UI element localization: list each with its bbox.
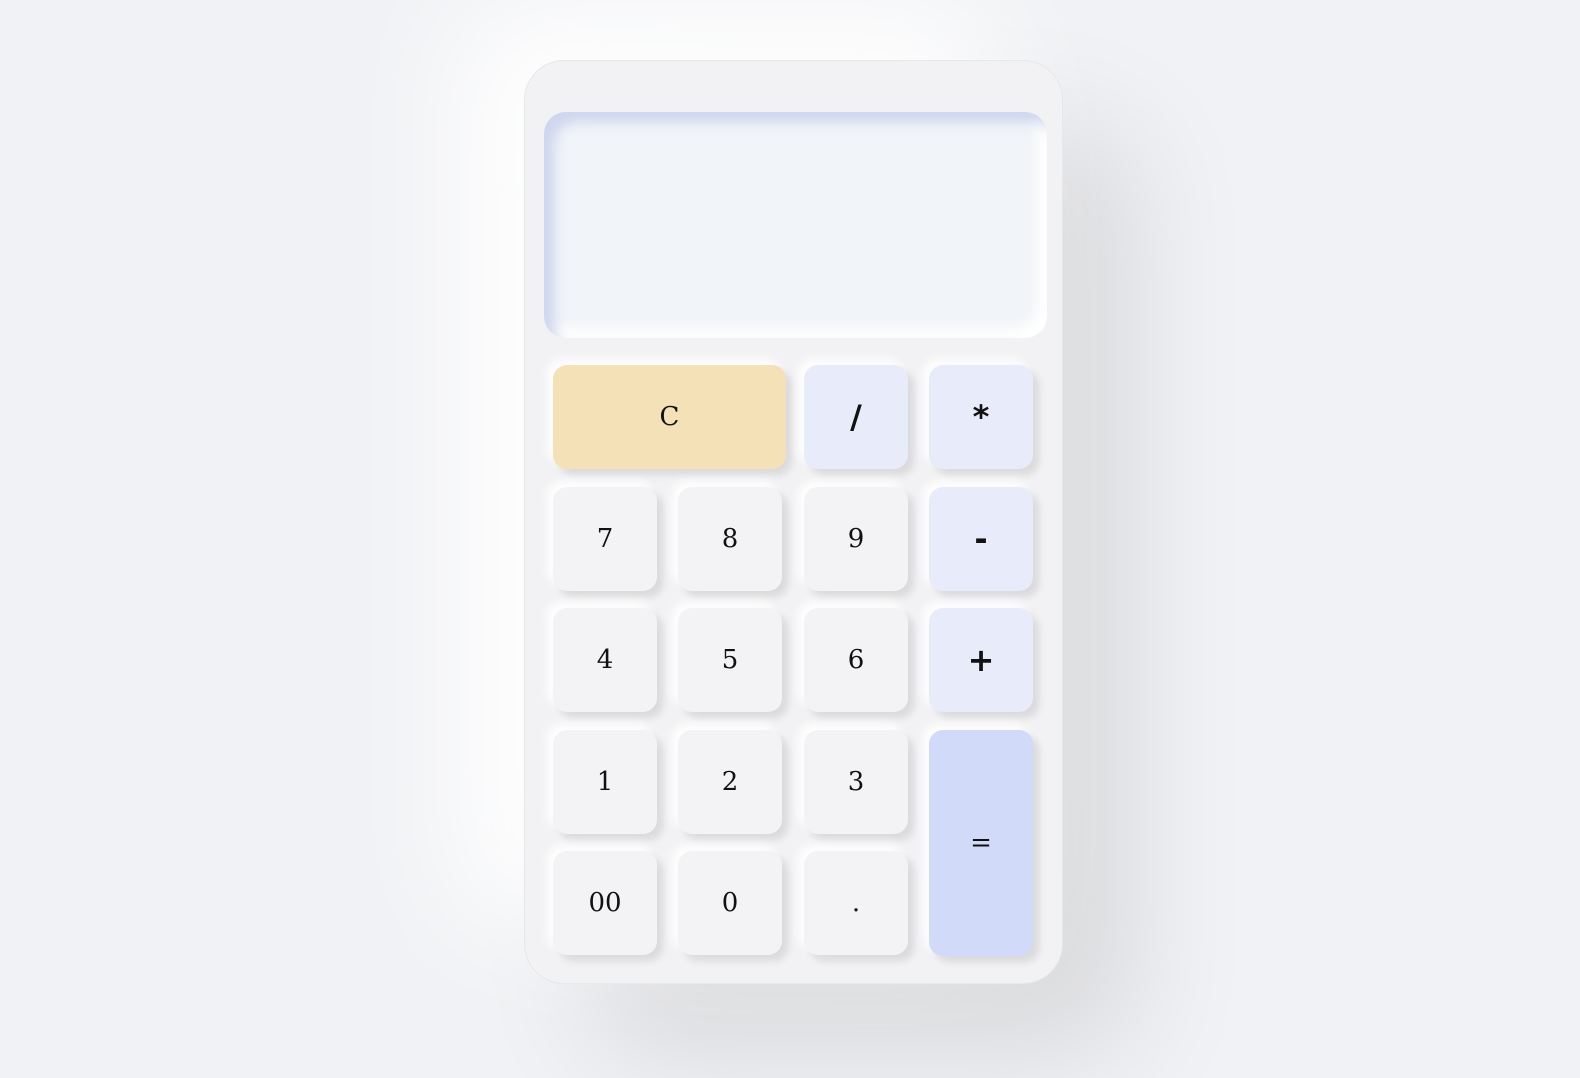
digit-8-button[interactable]: 8 [678, 487, 782, 591]
digit-4-button[interactable]: 4 [553, 608, 657, 712]
calculator-display [544, 112, 1047, 338]
divide-button[interactable]: / [804, 365, 908, 469]
digit-5-button[interactable]: 5 [678, 608, 782, 712]
equals-button[interactable]: = [929, 730, 1033, 956]
clear-button[interactable]: C [553, 365, 786, 469]
calculator-body: C / * 7 8 9 - 4 5 6 + 1 2 3 = 00 0 . [524, 60, 1063, 984]
decimal-button[interactable]: . [804, 851, 908, 955]
digit-1-button[interactable]: 1 [553, 730, 657, 834]
minus-button[interactable]: - [929, 487, 1033, 591]
digit-9-button[interactable]: 9 [804, 487, 908, 591]
digit-0-button[interactable]: 0 [678, 851, 782, 955]
digit-3-button[interactable]: 3 [804, 730, 908, 834]
digit-7-button[interactable]: 7 [553, 487, 657, 591]
digit-6-button[interactable]: 6 [804, 608, 908, 712]
double-zero-button[interactable]: 00 [553, 851, 657, 955]
plus-button[interactable]: + [929, 608, 1033, 712]
multiply-button[interactable]: * [929, 365, 1033, 469]
digit-2-button[interactable]: 2 [678, 730, 782, 834]
